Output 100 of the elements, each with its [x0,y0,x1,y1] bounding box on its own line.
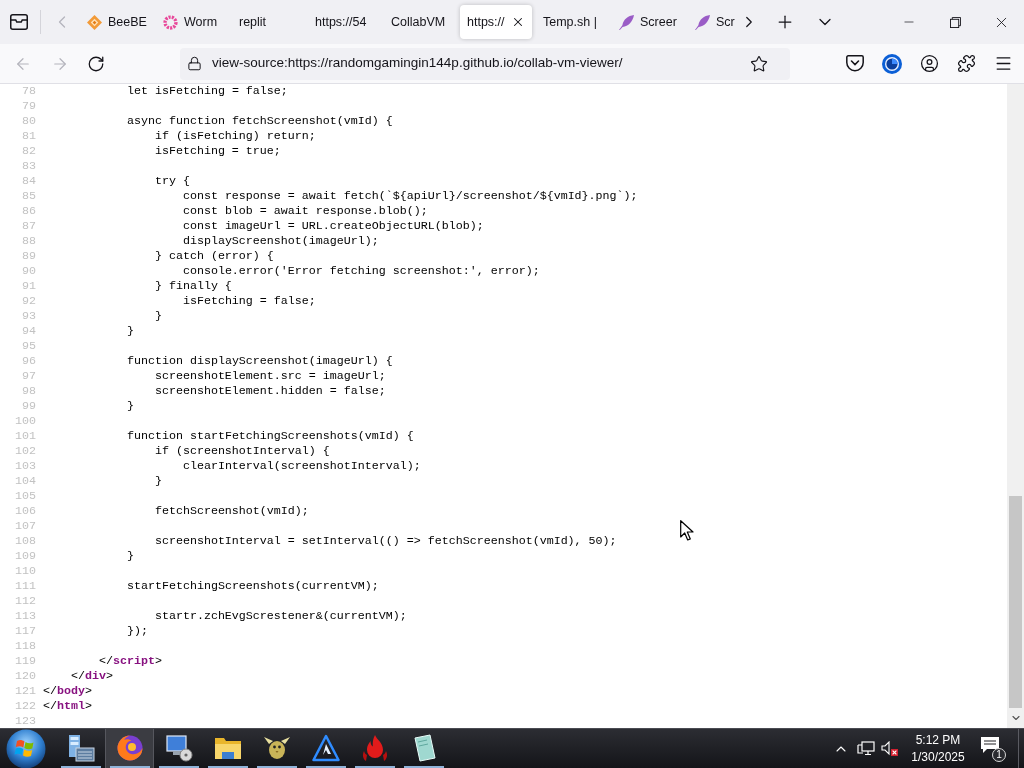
fox-globe-icon [115,733,144,762]
markup-line: </html> [43,699,92,713]
flame-icon [360,733,389,762]
line-number: 106 [14,504,36,519]
profile-disc-icon[interactable] [882,53,902,74]
code-line: screenshotElement.hidden = false; [154,384,386,398]
line-number: 86 [21,204,36,219]
flower-icon [163,14,178,30]
close-icon[interactable] [511,15,525,29]
code-line: clearInterval(screenshotInterval); [182,459,421,473]
line-number: 103 [14,459,36,474]
browser-tab[interactable]: Screer [612,5,688,39]
code-line: if (screenshotInterval) { [154,444,330,458]
restore-icon[interactable] [949,16,961,28]
browser-tab[interactable]: Temp.sh | [536,5,612,39]
line-number: 108 [14,534,36,549]
code-line: } [154,474,162,488]
code-line: isFetching = true; [154,144,281,158]
browser-tab[interactable]: https://54 [308,5,384,39]
code-line: startr.zchEvgScrestener&(currentVM); [154,609,407,623]
browser-tab[interactable]: CollabVM [384,5,460,39]
line-number: 110 [14,564,36,579]
browser-tab[interactable]: replit [232,5,308,39]
line-number: 101 [14,429,36,444]
code-line: fetchScreenshot(vmId); [154,504,309,518]
line-number: 123 [14,714,36,728]
line-number: 78 [21,84,36,99]
line-number: 89 [21,249,36,264]
line-number: 99 [21,399,36,414]
line-number: 112 [14,594,36,609]
mouse-pointer-icon [680,520,694,541]
address-field[interactable]: view-source:https://randomgamingin144p.github.io/collab-vm-viewer/ [180,47,790,80]
server-window-icon [66,733,95,762]
line-number: 93 [21,309,36,324]
code-line: } catch (error) { [154,249,274,263]
code-line: }); [126,624,148,638]
window-box-icon[interactable] [10,14,28,30]
line-number: 91 [21,279,36,294]
code-line: console.error('Error fetching screenshot:', error); [182,264,540,278]
triangle-icon [311,733,340,762]
bookmark-star-icon[interactable] [750,54,768,73]
line-number: 119 [14,654,36,669]
code-line: isFetching = false; [182,294,316,308]
code-line: let isFetching = false; [126,84,288,98]
line-number: 79 [21,99,36,114]
line-number: 98 [21,384,36,399]
line-number: 120 [14,669,36,684]
diamond-icon [87,14,102,30]
line-number: 100 [14,414,36,429]
line-number: 117 [14,624,36,639]
reload-icon[interactable] [87,54,105,73]
code-line: const imageUrl = URL.createObjectURL(blob); [182,219,484,233]
line-number: 121 [14,684,36,699]
code-line: try { [154,174,190,188]
line-number: 80 [21,114,36,129]
markup-line: </div> [71,669,113,683]
feather-icon [695,14,710,30]
line-number: 84 [21,174,36,189]
code-line: const response = await fetch(`${apiUrl}/screenshot/${vmId}.png`); [182,189,638,203]
line-number: 83 [21,159,36,174]
menu-icon[interactable] [994,54,1013,73]
code-line: if (isFetching) return; [154,129,316,143]
line-number: 111 [14,579,36,594]
code-line: displayScreenshot(imageUrl); [182,234,379,248]
code-line: } [126,549,134,563]
line-number: 85 [21,189,36,204]
code-line: screenshotElement.src = imageUrl; [154,369,386,383]
account-icon[interactable] [920,54,939,73]
scrollbar-thumb[interactable] [1009,496,1022,708]
feather-icon [619,14,634,30]
line-number: 88 [21,234,36,249]
line-number: 94 [21,324,36,339]
line-number: 102 [14,444,36,459]
code-line: } [154,309,162,323]
speaker-muted-icon[interactable] [881,740,899,757]
computer-icon [164,733,193,762]
taskbar-button[interactable] [105,729,154,768]
line-number: 90 [21,264,36,279]
markup-line: </body> [43,684,92,698]
clock[interactable]: 5:12 PM 1/30/2025 [909,731,967,766]
line-number: 81 [21,129,36,144]
code-line: async function fetchScreenshot(vmId) { [126,114,393,128]
pocket-icon[interactable] [846,55,864,72]
code-line: } [126,324,134,338]
browser-tab[interactable]: BeeBE [80,5,156,39]
browser-tab[interactable]: Worm [156,5,232,39]
code-line: const blob = await response.blob(); [182,204,428,218]
browser-tab[interactable]: Scr [688,5,740,39]
puzzle-icon[interactable] [957,54,976,73]
code-line: function displayScreenshot(imageUrl) { [126,354,393,368]
start-orb-icon[interactable] [6,728,46,768]
line-number: 96 [21,354,36,369]
code-line: } finally { [154,279,232,293]
line-number: 107 [14,519,36,534]
network-monitor-icon[interactable] [857,740,875,757]
browser-tab[interactable]: https:// [460,5,532,39]
line-number: 105 [14,489,36,504]
line-number: 82 [21,144,36,159]
line-number: 118 [14,639,36,654]
lock-icon [187,56,202,71]
